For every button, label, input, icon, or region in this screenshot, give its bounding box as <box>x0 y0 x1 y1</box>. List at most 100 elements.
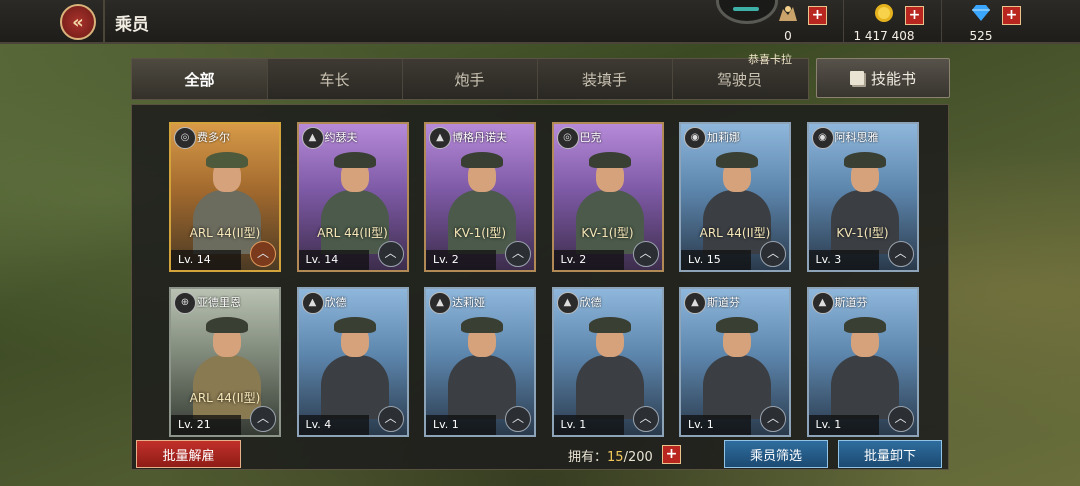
back-button[interactable]: « <box>60 4 96 40</box>
rank-chevron-icon[interactable]: ︿ <box>760 241 786 267</box>
crew-level: Lv. 1 <box>808 415 879 435</box>
diamond-count: 525 <box>969 29 993 43</box>
crew-name: 斯道芬 <box>834 296 868 309</box>
rank-chevron-icon[interactable]: ︿ <box>760 406 786 432</box>
crew-name: 亚德里恩 <box>197 296 241 309</box>
diamond-resource: 525 <box>964 3 998 43</box>
crew-name: 欣德 <box>579 296 602 309</box>
commander-icon: ▲ <box>301 292 324 314</box>
crew-card[interactable]: ◉ 阿科思雅 KV-1(I型) Lv. 3 ︿ <box>806 122 919 272</box>
commander-icon: ▲ <box>556 292 579 314</box>
crew-name: 加莉娜 <box>707 131 740 144</box>
crew-tank: ARL 44(II型) <box>317 226 388 240</box>
loader-icon: ⊕ <box>174 292 196 314</box>
crew-card[interactable]: ▲ 斯道芬 Lv. 1 ︿ <box>806 287 919 437</box>
owned-count: 拥有：15/200 <box>568 446 653 465</box>
owned-current: 15 <box>607 450 624 465</box>
crew-panel: ◎ 费多尔 ARL 44(II型) Lv. 14 ︿ ▲ 约瑟夫 ARL 44(… <box>131 104 949 470</box>
driver-icon: ◉ <box>684 127 706 149</box>
crew-tank: KV-1(I型) <box>453 226 507 240</box>
page-title: 乘员 <box>115 15 149 35</box>
tab-all[interactable]: 全部 <box>132 59 268 99</box>
crew-card[interactable]: ▲ 欣德 Lv. 4 ︿ <box>296 287 409 437</box>
add-gold-button[interactable]: + <box>905 6 924 25</box>
skill-book-button[interactable]: 技能书 <box>816 58 950 98</box>
divider <box>843 0 844 42</box>
crew-level: Lv. 14 <box>171 250 241 270</box>
add-diamond-button[interactable]: + <box>1002 6 1021 25</box>
crew-level: Lv. 1 <box>553 415 624 435</box>
rank-chevron-icon[interactable]: ︿ <box>505 241 531 267</box>
rank-chevron-icon[interactable]: ︿ <box>250 241 276 267</box>
skill-book-label: 技能书 <box>870 69 916 88</box>
rank-chevron-icon[interactable]: ︿ <box>250 406 276 432</box>
rank-chevron-icon[interactable]: ︿ <box>505 406 531 432</box>
add-medal-button[interactable]: + <box>808 6 827 25</box>
crew-level: Lv. 3 <box>808 250 879 270</box>
crew-tank: KV-1(I型) <box>581 226 634 240</box>
crew-card[interactable]: ▲ 约瑟夫 ARL 44(II型) Lv. 14 ︿ <box>296 122 409 272</box>
tab-commander[interactable]: 车长 <box>267 59 403 99</box>
crew-name: 巴克 <box>579 131 602 144</box>
tab-gunner[interactable]: 炮手 <box>402 59 538 99</box>
driver-icon: ◉ <box>811 127 834 149</box>
crew-level: Lv. 21 <box>171 415 241 435</box>
crew-level: Lv. 15 <box>681 250 751 270</box>
divider <box>103 0 105 42</box>
crew-card[interactable]: ◎ 巴克 KV-1(I型) Lv. 2 ︿ <box>551 122 664 272</box>
crew-level: Lv. 2 <box>553 250 624 270</box>
expand-capacity-button[interactable]: + <box>662 445 681 464</box>
rank-chevron-icon[interactable]: ︿ <box>377 241 404 267</box>
rank-chevron-icon[interactable]: ︿ <box>887 406 914 432</box>
rank-chevron-icon[interactable]: ︿ <box>887 241 914 267</box>
crew-level: Lv. 14 <box>298 250 369 270</box>
crew-portrait <box>319 311 391 419</box>
gold-count: 1 417 408 <box>853 29 915 43</box>
crew-name: 达莉娅 <box>452 296 485 309</box>
rank-chevron-icon[interactable]: ︿ <box>632 406 659 432</box>
crew-card[interactable]: ◉ 加莉娜 ARL 44(II型) Lv. 15 ︿ <box>679 122 791 272</box>
batch-unload-button[interactable]: 批量卸下 <box>838 440 942 468</box>
gold-coin-icon <box>875 4 893 22</box>
crew-card[interactable]: ▲ 博格丹诺夫 KV-1(I型) Lv. 2 ︿ <box>424 122 536 272</box>
crew-card[interactable]: ⊕ 亚德里恩 ARL 44(II型) Lv. 21 ︿ <box>169 287 281 437</box>
commander-icon: ▲ <box>301 127 324 149</box>
diamond-icon <box>972 5 990 21</box>
crew-card[interactable]: ▲ 斯道芬 Lv. 1 ︿ <box>679 287 791 437</box>
divider <box>941 0 942 42</box>
crew-card[interactable]: ◎ 费多尔 ARL 44(II型) Lv. 14 ︿ <box>169 122 281 272</box>
crew-card[interactable]: ▲ 达莉娅 Lv. 1 ︿ <box>424 287 536 437</box>
crew-portrait <box>829 311 901 419</box>
gunner-icon: ◎ <box>174 127 196 149</box>
commander-icon: ▲ <box>684 292 706 314</box>
tab-loader[interactable]: 装填手 <box>537 59 673 99</box>
crew-portrait <box>574 311 646 419</box>
crew-filter-button[interactable]: 乘员筛选 <box>724 440 828 468</box>
owned-max: /200 <box>623 450 653 465</box>
crew-name: 费多尔 <box>197 131 230 144</box>
owned-label: 拥有： <box>568 450 608 465</box>
commander-icon: ▲ <box>429 127 451 149</box>
rank-chevron-icon[interactable]: ︿ <box>377 406 404 432</box>
crew-portrait <box>446 311 518 419</box>
news-ticker: 恭喜卡拉 <box>748 53 792 66</box>
top-bar: « 乘员 0 + 1 417 408 + 525 + <box>0 0 1080 44</box>
crew-level: Lv. 1 <box>681 415 751 435</box>
crew-name: 阿科思雅 <box>834 131 879 144</box>
medal-icon <box>779 6 797 21</box>
crew-name: 约瑟夫 <box>324 131 358 144</box>
crew-card[interactable]: ▲ 欣德 Lv. 1 ︿ <box>551 287 664 437</box>
crew-level: Lv. 1 <box>426 415 496 435</box>
medal-resource: 0 <box>774 3 802 43</box>
book-icon <box>849 71 864 85</box>
crew-tank: KV-1(I型) <box>836 226 889 240</box>
crew-role-tabs: 全部 车长 炮手 装填手 驾驶员 <box>131 58 809 100</box>
medal-count: 0 <box>784 29 792 43</box>
batch-dismiss-button[interactable]: 批量解雇 <box>136 440 241 468</box>
crew-name: 欣德 <box>324 296 347 309</box>
crew-tank: ARL 44(II型) <box>189 226 261 240</box>
rank-chevron-icon[interactable]: ︿ <box>632 241 659 267</box>
crew-name: 斯道芬 <box>707 296 740 309</box>
commander-icon: ▲ <box>811 292 834 314</box>
crew-tank: ARL 44(II型) <box>189 391 261 405</box>
